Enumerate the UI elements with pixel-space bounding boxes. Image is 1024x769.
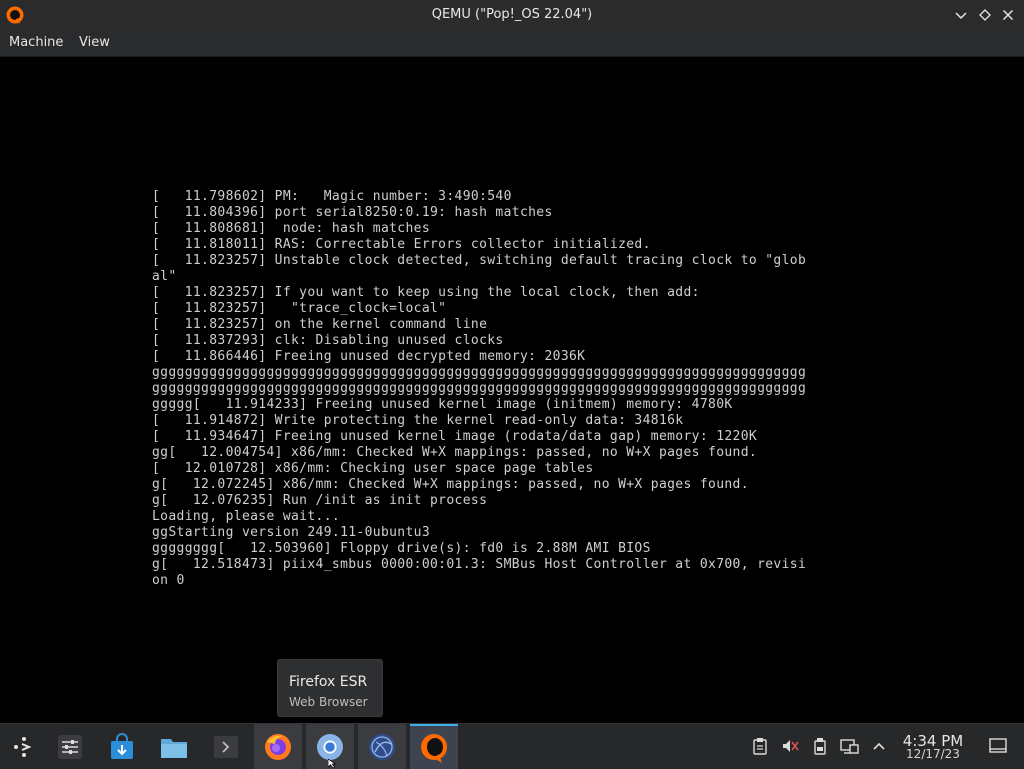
taskbar-settings[interactable] — [46, 724, 94, 769]
console-line: gggggggggggggggggggggggggggggggggggggggg… — [152, 365, 807, 380]
console-line: ggggg[ 11.914233] Freeing unused kernel … — [152, 397, 733, 412]
taskbar-terminal[interactable] — [202, 724, 250, 769]
console-line: [ 11.934647] Freeing unused kernel image… — [152, 429, 758, 444]
pop-launcher-icon — [14, 736, 32, 757]
taskbar-file-manager[interactable] — [150, 724, 198, 769]
console-line: [ 11.804396] port serial8250:0.19: hash … — [152, 205, 553, 220]
console-line: [ 11.837293] clk: Disabling unused clock… — [152, 333, 504, 348]
console-line: g[ 12.518473] piix4_smbus 0000:00:01.3: … — [152, 557, 807, 572]
console-line: gggggggg[ 12.503960] Floppy drive(s): fd… — [152, 541, 651, 556]
taskbar-qemu[interactable] — [410, 724, 458, 769]
boot-log: [ 11.798602] PM: Magic number: 3:490:540… — [152, 189, 892, 589]
taskbar-firefox-esr[interactable] — [254, 724, 302, 769]
taskbar-tooltip: Firefox ESR Web Browser — [277, 659, 383, 717]
diamond-icon — [979, 9, 991, 21]
menu-view[interactable]: View — [79, 35, 110, 50]
console-line: [ 11.818011] RAS: Correctable Errors col… — [152, 237, 651, 252]
tooltip-subtitle: Web Browser — [289, 695, 368, 709]
expand-tray-icon[interactable] — [869, 736, 889, 756]
menubar: Machine View — [0, 30, 1024, 57]
console-line: [ 11.823257] If you want to keep using t… — [152, 285, 700, 300]
window-titlebar[interactable]: QEMU ("Pop!_OS 22.04") — [0, 0, 1024, 30]
console-line: gg[ 12.004754] x86/mm: Checked W+X mappi… — [152, 445, 758, 460]
menu-machine[interactable]: Machine — [9, 35, 63, 50]
console-line: [ 11.914872] Write protecting the kernel… — [152, 413, 684, 428]
close-button[interactable] — [998, 5, 1018, 25]
storage-icon[interactable] — [810, 736, 830, 756]
console-line: [ 11.823257] "trace_clock=local" — [152, 301, 447, 316]
tooltip-title: Firefox ESR — [289, 674, 368, 690]
console-line: gggggggggggggggggggggggggggggggggggggggg… — [152, 381, 807, 396]
console-line: [ 12.010728] x86/mm: Checking user space… — [152, 461, 594, 476]
store-bag-icon — [111, 732, 133, 759]
console-line: [ 11.823257] Unstable clock detected, sw… — [152, 253, 807, 268]
folder-icon — [161, 738, 187, 758]
taskbar-app-launcher[interactable] — [0, 724, 48, 769]
console-line: al" — [152, 269, 177, 284]
console-line: on 0 — [152, 573, 185, 588]
qemu-icon — [421, 733, 447, 763]
show-desktop-icon[interactable] — [988, 736, 1008, 756]
taskbar-software-store[interactable] — [98, 724, 146, 769]
console-line: [ 11.808681] node: hash matches — [152, 221, 431, 236]
taskbar-network-browser[interactable] — [358, 724, 406, 769]
console-line: Loading, please wait... — [152, 509, 341, 524]
console-line: g[ 12.072245] x86/mm: Checked W+X mappin… — [152, 477, 749, 492]
window-title: QEMU ("Pop!_OS 22.04") — [431, 7, 593, 22]
console-line: [ 11.823257] on the kernel command line — [152, 317, 488, 332]
network-icon[interactable] — [840, 736, 860, 756]
maximize-button[interactable] — [975, 5, 995, 25]
settings-sliders-icon — [58, 734, 82, 759]
clipboard-icon[interactable] — [750, 736, 770, 756]
chromium-icon — [317, 733, 343, 760]
console-line: ggStarting version 249.11-0ubuntu3 — [152, 525, 431, 540]
close-icon — [1002, 9, 1014, 21]
console-line: g[ 12.076235] Run /init as init process — [152, 493, 488, 508]
vm-console-display[interactable]: [ 11.798602] PM: Magic number: 3:490:540… — [0, 57, 1024, 723]
console-line: [ 11.866446] Freeing unused decrypted me… — [152, 349, 586, 364]
minimize-button[interactable] — [951, 5, 971, 25]
clock-date[interactable]: 12/17/23 — [898, 747, 968, 761]
chevron-down-icon — [955, 12, 967, 20]
console-line: [ 11.798602] PM: Magic number: 3:490:540 — [152, 189, 512, 204]
globe-icon — [369, 733, 395, 760]
terminal-icon — [214, 735, 238, 758]
firefox-icon — [265, 733, 291, 760]
volume-muted-icon[interactable] — [780, 736, 800, 756]
